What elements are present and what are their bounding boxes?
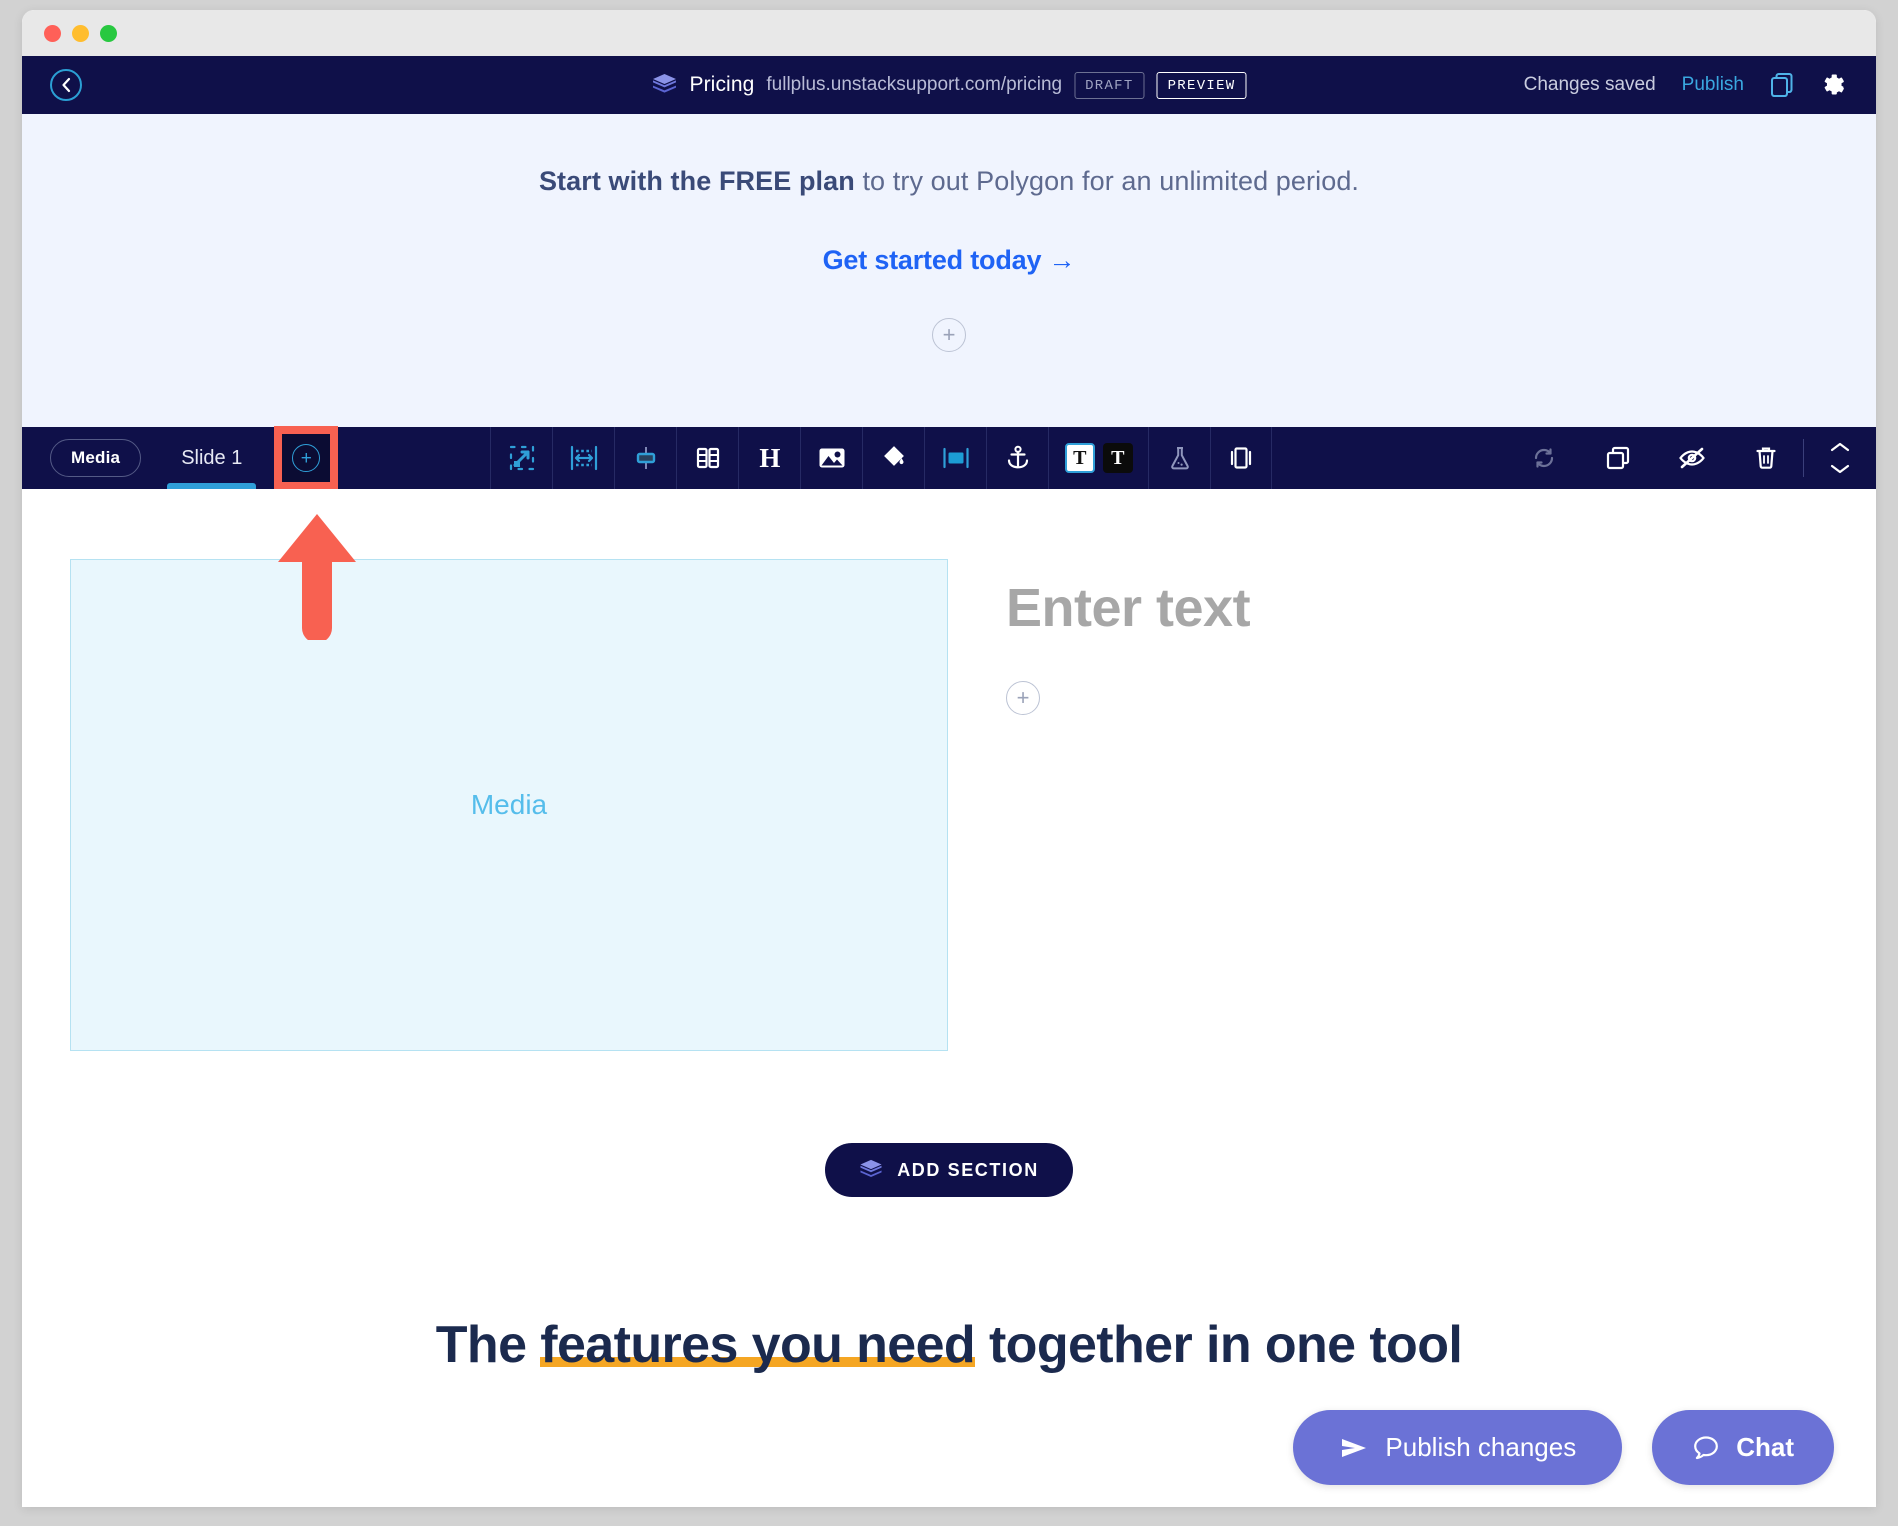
duplicate-icon: [1771, 73, 1793, 97]
image-icon: [819, 448, 845, 468]
vertical-align-icon: [636, 447, 656, 469]
section-headline[interactable]: The features you need together in one to…: [22, 1315, 1876, 1375]
add-section-button[interactable]: ADD SECTION: [825, 1143, 1073, 1197]
toolbar-tool-group: H T T: [490, 427, 1273, 489]
layers-icon: [652, 74, 676, 93]
add-block-button-canvas[interactable]: +: [1006, 681, 1040, 715]
chevron-down-icon[interactable]: [1829, 463, 1851, 475]
width-spacing-icon: [570, 445, 597, 471]
page-title: Pricing: [689, 73, 755, 96]
window-close-button[interactable]: [44, 24, 61, 42]
tool-duplicate[interactable]: [1581, 427, 1655, 489]
move-section-stepper[interactable]: [1804, 427, 1876, 489]
back-button[interactable]: [50, 69, 82, 101]
paint-bucket-icon: [883, 446, 904, 466]
tool-text-color-toggle[interactable]: T T: [1048, 427, 1148, 489]
media-placeholder[interactable]: Media: [70, 559, 948, 1051]
app-bar-actions: Changes saved Publish: [1524, 72, 1876, 98]
tool-button-block[interactable]: [924, 427, 986, 489]
text-light-button[interactable]: T: [1064, 443, 1095, 473]
tool-delete[interactable]: [1729, 427, 1803, 489]
button-block-icon: [943, 447, 969, 469]
app-window: Pricing fullplus.unstacksupport.com/pric…: [22, 10, 1876, 1507]
window-maximize-button[interactable]: [100, 24, 117, 42]
tool-vertical-align[interactable]: [614, 427, 676, 489]
add-slide-container: +: [274, 426, 339, 490]
banner-rest-text: to try out Polygon for an unlimited peri…: [854, 166, 1360, 196]
add-slide-button[interactable]: +: [292, 444, 321, 472]
settings-button[interactable]: [1820, 72, 1846, 98]
resize-icon: [509, 445, 534, 471]
page-canvas: Media Enter text + ADD SECTION The featu…: [22, 489, 1876, 1507]
duplicate-page-button[interactable]: [1770, 72, 1794, 98]
editor-toolbar: Media Slide 1 + H T T: [22, 426, 1876, 490]
toolbar-right-group: [1507, 427, 1876, 489]
tool-sync[interactable]: [1507, 427, 1581, 489]
tool-hide[interactable]: [1655, 427, 1729, 489]
publish-changes-label: Publish changes: [1385, 1432, 1577, 1462]
text-placeholder[interactable]: Enter text: [1006, 577, 1251, 639]
app-top-bar: Pricing fullplus.unstacksupport.com/pric…: [22, 56, 1876, 114]
slide-tab-1[interactable]: Slide 1: [167, 427, 257, 489]
eye-off-icon: [1679, 447, 1705, 469]
add-section-label: ADD SECTION: [897, 1159, 1039, 1180]
text-dark-button[interactable]: T: [1102, 443, 1133, 473]
add-block-button-banner[interactable]: +: [932, 318, 966, 352]
carousel-icon: [1231, 447, 1252, 469]
page-url: fullplus.unstacksupport.com/pricing: [766, 74, 1063, 95]
tool-image[interactable]: [800, 427, 862, 489]
floating-actions: Publish changes Chat: [1293, 1410, 1834, 1485]
preview-button[interactable]: PREVIEW: [1156, 71, 1247, 99]
window-titlebar: [22, 10, 1876, 56]
media-text-row: Media Enter text +: [22, 489, 1876, 1051]
sync-icon: [1534, 448, 1554, 468]
publish-changes-button[interactable]: Publish changes: [1293, 1410, 1623, 1485]
banner-text: Start with the FREE plan to try out Poly…: [539, 166, 1359, 197]
send-icon: [1342, 1438, 1367, 1457]
chat-label: Chat: [1736, 1432, 1794, 1462]
tool-experiment[interactable]: [1148, 427, 1210, 489]
tool-anchor[interactable]: [986, 427, 1048, 489]
flask-icon: [1171, 447, 1189, 470]
document-identity: Pricing fullplus.unstacksupport.com/pric…: [651, 71, 1247, 99]
tool-width-spacing[interactable]: [552, 427, 614, 489]
add-section-row: ADD SECTION: [22, 1143, 1876, 1197]
chat-button[interactable]: Chat: [1652, 1410, 1834, 1485]
headline-highlight: features you need: [540, 1316, 976, 1374]
tool-columns[interactable]: [676, 427, 738, 489]
add-slide-highlight-box[interactable]: +: [274, 426, 339, 490]
chat-bubble-icon: [1694, 1435, 1719, 1459]
text-column: Enter text +: [1006, 559, 1251, 1051]
headline-pre: The: [435, 1316, 541, 1374]
get-started-link[interactable]: Get started today →: [823, 245, 1076, 276]
media-type-pill[interactable]: Media: [50, 439, 142, 477]
tool-paint-bucket[interactable]: [862, 427, 924, 489]
anchor-icon: [1007, 445, 1028, 469]
window-minimize-button[interactable]: [72, 24, 89, 42]
layers-icon: [860, 1159, 882, 1177]
headline-post: together in one tool: [975, 1316, 1463, 1374]
gear-icon: [1824, 74, 1844, 95]
chevron-left-icon: [62, 77, 71, 93]
draft-badge: DRAFT: [1074, 71, 1145, 99]
save-status: Changes saved: [1523, 74, 1656, 95]
tool-heading[interactable]: H: [738, 427, 800, 489]
desktop-background: Pricing fullplus.unstacksupport.com/pric…: [0, 0, 1898, 1526]
publish-link[interactable]: Publish: [1682, 74, 1744, 96]
chevron-up-icon[interactable]: [1829, 441, 1851, 453]
page-banner-section: Start with the FREE plan to try out Poly…: [22, 114, 1876, 427]
banner-bold-text: Start with the FREE plan: [538, 166, 855, 196]
duplicate-icon: [1606, 446, 1630, 470]
heading-icon: H: [759, 442, 781, 473]
tool-resize[interactable]: [490, 427, 552, 489]
columns-icon: [696, 447, 719, 469]
tool-carousel[interactable]: [1210, 427, 1273, 489]
trash-icon: [1756, 447, 1776, 469]
